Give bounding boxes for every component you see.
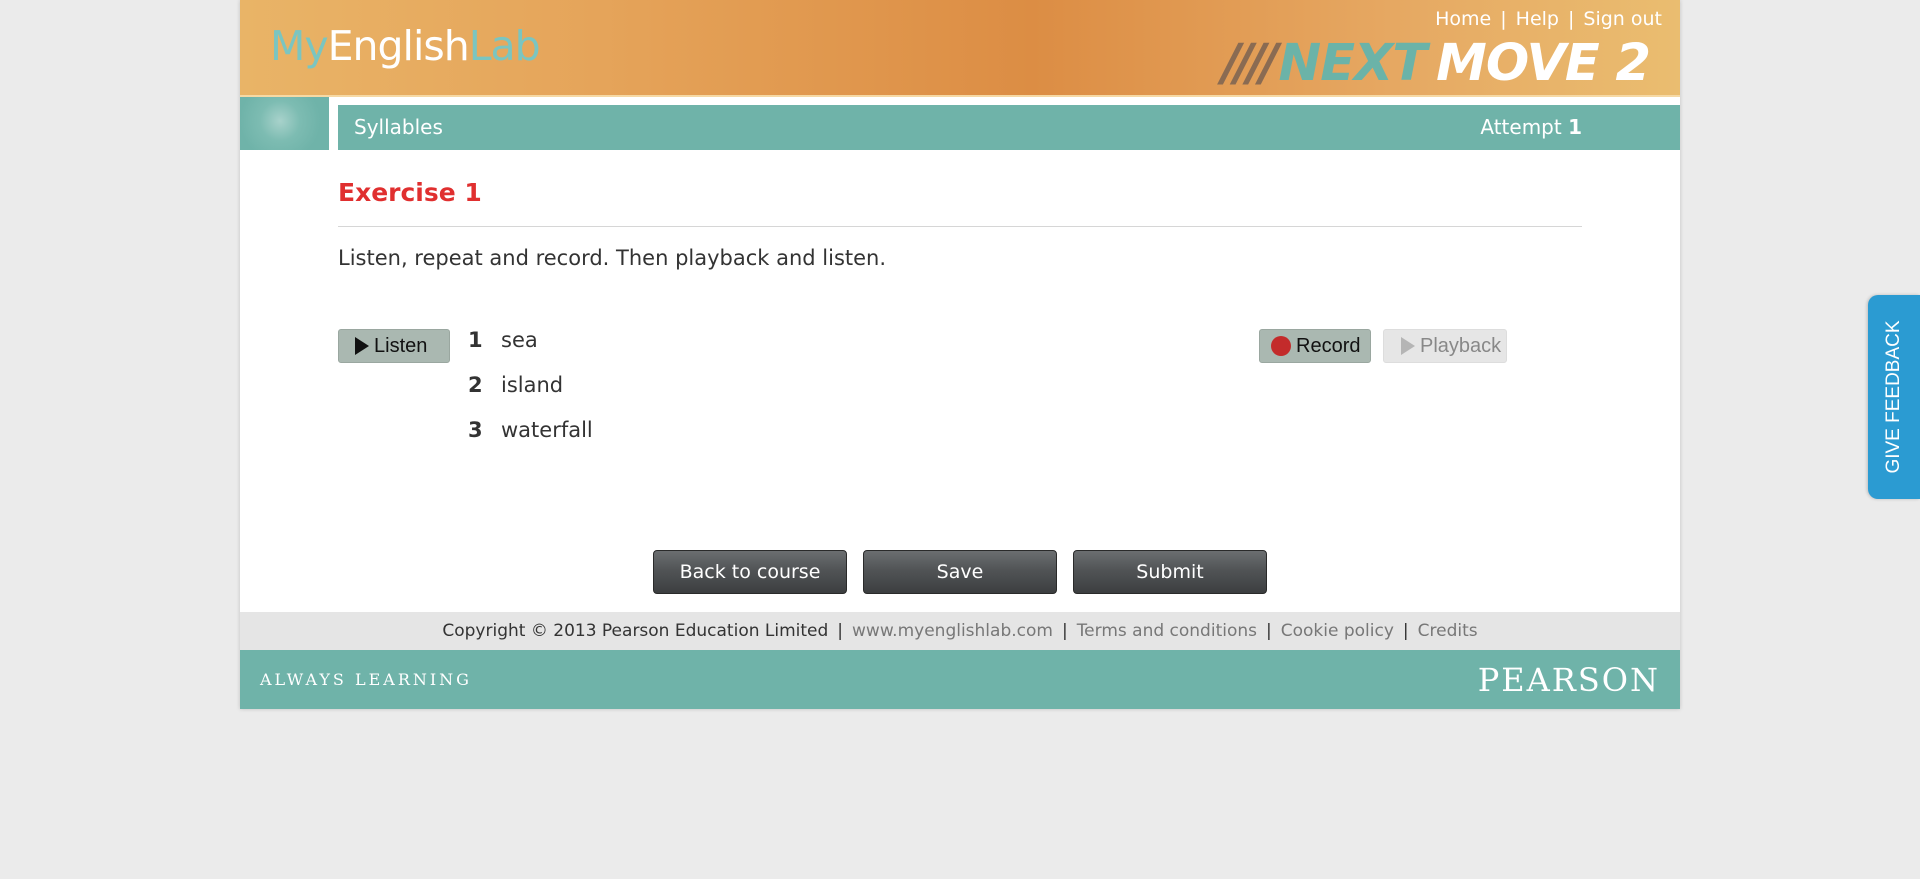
bottom-bar: ALWAYS LEARNING PEARSON [240, 650, 1680, 709]
exercise-instructions: Listen, repeat and record. Then playback… [338, 246, 887, 270]
section-title: Syllables [354, 115, 443, 139]
attempt-number: 1 [1568, 115, 1582, 139]
divider [338, 226, 1582, 227]
cookie-policy-link[interactable]: Cookie policy [1281, 621, 1394, 641]
separator: | [1567, 8, 1575, 30]
playback-button[interactable]: Playback [1383, 329, 1507, 363]
play-icon [1401, 337, 1415, 355]
always-learning-tagline: ALWAYS LEARNING [260, 670, 472, 689]
website-link[interactable]: www.myenglishlab.com [852, 621, 1053, 641]
attempt-indicator: Attempt 1 [1480, 115, 1582, 139]
item-number: 2 [468, 373, 483, 397]
copyright-bar: Copyright © 2013 Pearson Education Limit… [240, 612, 1680, 650]
item-number: 3 [468, 418, 483, 442]
give-feedback-tab[interactable]: GIVE FEEDBACK [1868, 295, 1920, 499]
separator: | [837, 621, 844, 641]
playback-label: Playback [1420, 334, 1502, 357]
exercise-title: Exercise 1 [338, 178, 482, 207]
pearson-logo: PEARSON [1477, 661, 1660, 699]
listen-label: Listen [374, 334, 428, 357]
brand-next: NEXT [1278, 34, 1428, 93]
listen-button[interactable]: Listen [338, 329, 450, 363]
separator: | [1500, 8, 1507, 30]
attempt-label: Attempt [1480, 115, 1562, 139]
separator: | [1402, 621, 1409, 641]
back-to-course-button[interactable]: Back to course [653, 550, 847, 594]
myenglishlab-logo[interactable]: MyEnglishLab [270, 22, 541, 70]
item-word: island [501, 373, 564, 397]
separator: | [1266, 621, 1272, 641]
sign-out-link[interactable]: Sign out [1583, 8, 1662, 30]
item-number: 1 [468, 328, 483, 352]
feedback-label: GIVE FEEDBACK [1883, 320, 1904, 474]
logo-my: My [270, 22, 329, 70]
item-word: sea [501, 328, 538, 352]
top-links: Home | Help | Sign out [1435, 8, 1662, 30]
logo-english: English [327, 22, 470, 70]
record-button[interactable]: Record [1259, 329, 1371, 363]
next-move-logo: ////NEXT MOVE 2 [1222, 38, 1651, 89]
separator: | [1061, 621, 1068, 641]
terms-link[interactable]: Terms and conditions [1077, 621, 1257, 641]
help-link[interactable]: Help [1516, 8, 1559, 30]
title-bar: Syllables Attempt 1 [338, 105, 1680, 150]
submit-button[interactable]: Submit [1073, 550, 1267, 594]
record-icon [1271, 336, 1291, 356]
save-button[interactable]: Save [863, 550, 1057, 594]
page-container: MyEnglishLab Home | Help | Sign out ////NEXT… [240, 0, 1680, 709]
record-label: Record [1296, 334, 1361, 357]
item-word: waterfall [501, 418, 593, 442]
stripes-decoration: //// [1222, 34, 1278, 93]
logo-lab: Lab [468, 22, 541, 70]
credits-link[interactable]: Credits [1418, 621, 1478, 641]
site-header: MyEnglishLab Home | Help | Sign out ////NEXT… [240, 0, 1680, 97]
copyright-text: Copyright © 2013 Pearson Education Limit… [442, 621, 829, 641]
home-link[interactable]: Home [1435, 8, 1491, 30]
brand-move: MOVE 2 [1436, 34, 1651, 93]
title-decoration [240, 97, 329, 150]
play-icon [355, 337, 369, 355]
